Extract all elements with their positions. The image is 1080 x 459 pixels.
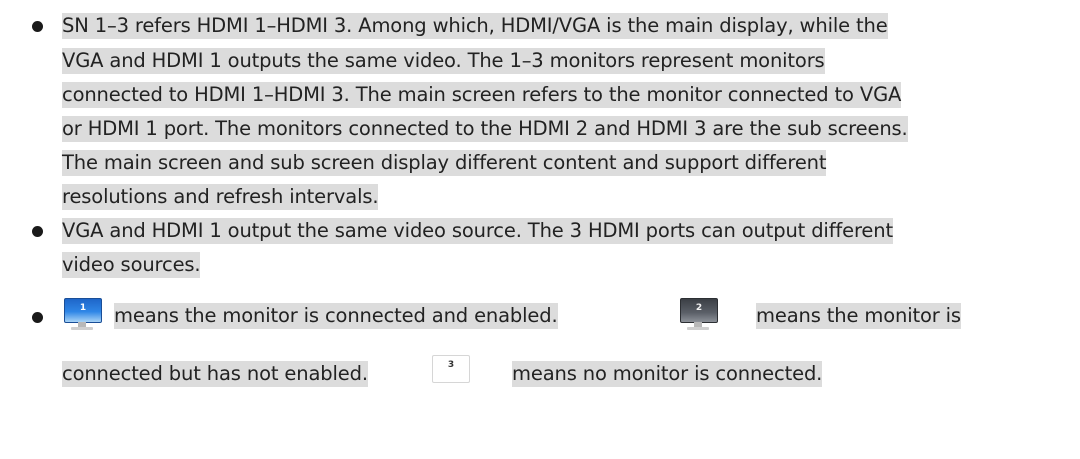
text-line: resolutions and refresh intervals. — [62, 184, 379, 210]
monitor-enabled-icon: 1 — [62, 296, 102, 336]
bullet-dot — [32, 312, 43, 323]
text-line: or HDMI 1 port. The monitors connected t… — [62, 116, 908, 142]
text-line: video sources. — [62, 252, 201, 278]
text-line: connected but has not enabled. — [62, 361, 368, 387]
text-line: SN 1–3 refers HDMI 1–HDMI 3. Among which… — [62, 13, 888, 39]
monitor-number: 3 — [432, 355, 470, 383]
text-line: means the monitor is connected and enabl… — [114, 303, 558, 329]
bullet-dot — [32, 21, 43, 32]
text-line: VGA and HDMI 1 output the same video sou… — [62, 218, 893, 244]
text-line: connected to HDMI 1–HDMI 3. The main scr… — [62, 82, 902, 108]
text-line: VGA and HDMI 1 outputs the same video. T… — [62, 48, 825, 74]
monitor-not-connected-icon: 3 — [430, 350, 470, 390]
text-line: means the monitor is — [756, 303, 961, 329]
monitor-number: 2 — [680, 298, 718, 323]
text-line: The main screen and sub screen display d… — [62, 150, 827, 176]
document-page: SN 1–3 refers HDMI 1–HDMI 3. Among which… — [0, 0, 1080, 459]
monitor-number: 1 — [64, 298, 102, 323]
text-line: means no monitor is connected. — [512, 361, 823, 387]
bullet-dot — [32, 226, 43, 237]
monitor-disabled-icon: 2 — [678, 296, 718, 336]
